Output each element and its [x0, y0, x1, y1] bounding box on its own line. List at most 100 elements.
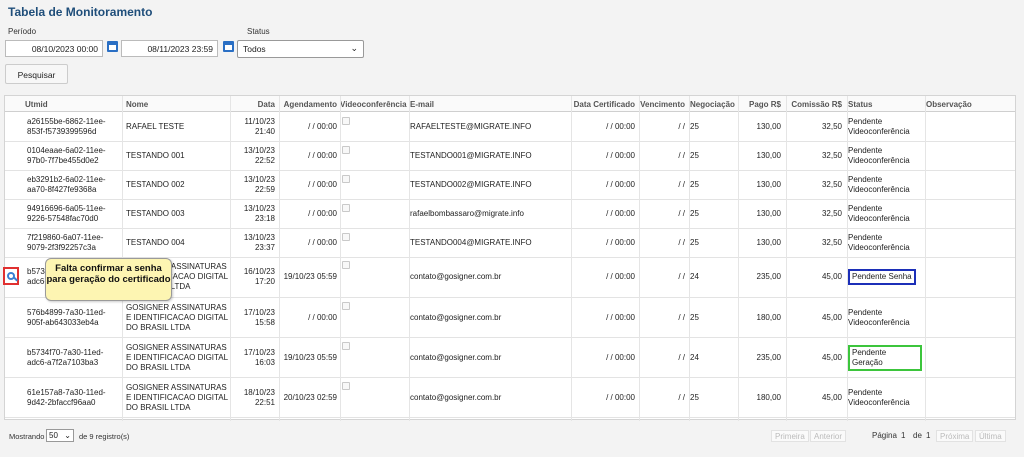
- last-page-button[interactable]: Última: [975, 430, 1006, 442]
- videoconf-checkbox[interactable]: [342, 175, 350, 183]
- column-header[interactable]: E-mail: [410, 100, 568, 109]
- column-divider: [571, 96, 572, 421]
- next-page-button[interactable]: Próxima: [936, 430, 974, 442]
- table-row[interactable]: eb3291b2-6a02-11ee-aa70-8f427fe9368a TEST…: [5, 171, 1015, 200]
- cell-status: Pendente Videoconferência: [848, 298, 922, 337]
- calendar-icon[interactable]: [223, 41, 234, 52]
- search-button[interactable]: Pesquisar: [5, 64, 68, 84]
- cell-email-text: contato@gosigner.com.br: [410, 392, 502, 402]
- cell-email-text: TESTANDO001@MIGRATE.INFO: [410, 151, 532, 160]
- cell-venc-text: / /: [678, 272, 685, 281]
- cell-email: contato@gosigner.com.br: [410, 257, 568, 297]
- cell-venc: / /: [639, 298, 685, 337]
- column-header[interactable]: Pago R$: [739, 100, 781, 109]
- column-header[interactable]: Data: [231, 100, 275, 109]
- videoconf-checkbox[interactable]: [342, 204, 350, 212]
- column-header[interactable]: Data Certificado: [570, 100, 635, 109]
- date-to-input[interactable]: 08/11/2023 23:59: [121, 40, 218, 57]
- cell-datacert: / / 00:00: [570, 171, 635, 199]
- column-header[interactable]: Vencimento: [639, 100, 685, 109]
- cell-venc-text: / /: [678, 238, 685, 247]
- prev-page-button[interactable]: Anterior: [810, 430, 847, 442]
- cell-nome-text: TESTANDO 004: [126, 238, 185, 247]
- cell-datacert: / / 00:00: [570, 298, 635, 337]
- column-divider: [689, 96, 690, 421]
- videoconf-checkbox[interactable]: [342, 382, 350, 390]
- page-title: Tabela de Monitoramento: [8, 5, 153, 19]
- column-header[interactable]: Utmid: [25, 100, 125, 109]
- videoconf-checkbox[interactable]: [342, 302, 350, 310]
- cell-data-text: 13/10/23 23:18: [243, 204, 275, 223]
- cell-data: 11/10/23 21:40: [231, 113, 275, 141]
- videoconf-checkbox[interactable]: [342, 146, 350, 154]
- column-header[interactable]: Observação: [926, 100, 1014, 109]
- chevron-down-icon: ⌄: [64, 431, 71, 440]
- column-divider: [340, 96, 341, 421]
- cell-status-text: Pendente Videoconferência: [848, 233, 910, 252]
- calendar-icon[interactable]: [107, 41, 118, 52]
- table-row[interactable]: a26155be-6862-11ee-853f-f5739399596d RAFA…: [5, 113, 1015, 142]
- cell-utmid: 0104eaae-6a02-11ee-97b0-7f7be455d0e2: [27, 142, 123, 170]
- cell-status: Pendente Videoconferência: [848, 200, 922, 228]
- table-row[interactable]: 7f219860-6a07-11ee-9079-2f3f92257c3a TEST…: [5, 229, 1015, 258]
- column-header[interactable]: Comissão R$: [786, 100, 842, 109]
- table-row[interactable]: 0104eaae-6a02-11ee-97b0-7f7be455d0e2 TEST…: [5, 142, 1015, 171]
- cell-agend-text: / / 00:00: [308, 209, 337, 218]
- cell-nome: GOSIGNER ASSINATURAS E IDENTIFICACAO DIG…: [126, 298, 230, 337]
- status-select[interactable]: Todos ⌄: [237, 40, 364, 58]
- cell-neg: 24: [690, 338, 738, 377]
- date-from-input[interactable]: 08/10/2023 00:00: [5, 40, 103, 57]
- periodo-label: Período: [8, 27, 37, 36]
- cell-neg: 25: [690, 171, 738, 199]
- cell-nome-text: GOSIGNER ASSINATURAS E IDENTIFICACAO DIG…: [126, 302, 228, 332]
- column-header[interactable]: Agendamento: [279, 100, 337, 109]
- table-row[interactable]: 576b4899-7a30-11ed-905f-ab643033eb4a GOSI…: [5, 298, 1015, 338]
- per-page-select[interactable]: 50 ⌄: [46, 429, 74, 442]
- videoconf-checkbox[interactable]: [342, 261, 350, 269]
- cell-data: 18/10/23 22:51: [231, 378, 275, 417]
- column-divider: [847, 96, 848, 421]
- cell-com-text: 45,00: [821, 312, 842, 322]
- table-row[interactable]: 61e157a8-7a30-11ed-9d42-2bfaccf96aa0 GOSI…: [5, 378, 1015, 418]
- column-header[interactable]: Negociação: [690, 100, 738, 109]
- cell-email-text: TESTANDO004@MIGRATE.INFO: [410, 238, 532, 247]
- cell-email-text: TESTANDO002@MIGRATE.INFO: [410, 180, 532, 189]
- cell-data-text: 17/10/23 16:03: [243, 347, 275, 367]
- column-header[interactable]: Status: [848, 100, 922, 109]
- cell-data: 13/10/23 22:59: [231, 171, 275, 199]
- cell-venc: / /: [639, 338, 685, 377]
- cell-nome-text: TESTANDO 002: [126, 180, 185, 189]
- column-header[interactable]: Nome: [126, 100, 230, 109]
- cell-datacert: / / 00:00: [570, 200, 635, 228]
- cell-neg-text: 25: [690, 312, 699, 322]
- search-icon[interactable]: [3, 267, 19, 285]
- videoconf-checkbox[interactable]: [342, 233, 350, 241]
- cell-com: 45,00: [786, 298, 842, 337]
- cell-data: 17/10/23 16:03: [231, 338, 275, 377]
- cell-data-text: 13/10/23 22:52: [243, 146, 275, 165]
- videoconf-checkbox[interactable]: [342, 342, 350, 350]
- cell-agend-text: 20/10/23 02:59: [283, 392, 337, 402]
- cell-data-text: 16/10/23 17:20: [243, 267, 275, 286]
- cell-agend-text: / / 00:00: [308, 180, 337, 189]
- first-page-button[interactable]: Primeira: [771, 430, 809, 442]
- cell-com: 32,50: [786, 200, 842, 228]
- cell-venc: / /: [639, 229, 685, 257]
- cell-email: RAFAELTESTE@MIGRATE.INFO: [410, 113, 568, 141]
- table-row[interactable]: b5734f70-7a30-11ed-adc6-a7f2a7103ba3 GOSI…: [5, 338, 1015, 378]
- tooltip: Falta confirmar a senha para geração do …: [45, 258, 172, 301]
- cell-neg-text: 24: [690, 352, 699, 362]
- cell-venc: / /: [639, 113, 685, 141]
- cell-venc-text: / /: [678, 151, 685, 160]
- cell-venc: / /: [639, 142, 685, 170]
- table-row[interactable]: 94916696-6a05-11ee-9226-57548fac70d0 TEST…: [5, 200, 1015, 229]
- cell-utmid: 61e157a8-7a30-11ed-9d42-2bfaccf96aa0: [27, 378, 123, 417]
- videoconf-checkbox[interactable]: [342, 117, 350, 125]
- cell-neg-text: 24: [690, 272, 699, 281]
- column-header[interactable]: Videoconferência: [340, 100, 408, 109]
- cell-com: 32,50: [786, 171, 842, 199]
- cell-utmid: 94916696-6a05-11ee-9226-57548fac70d0: [27, 200, 123, 228]
- cell-com-text: 32,50: [821, 151, 842, 160]
- cell-neg: 25: [690, 298, 738, 337]
- cell-agend: / / 00:00: [279, 229, 337, 257]
